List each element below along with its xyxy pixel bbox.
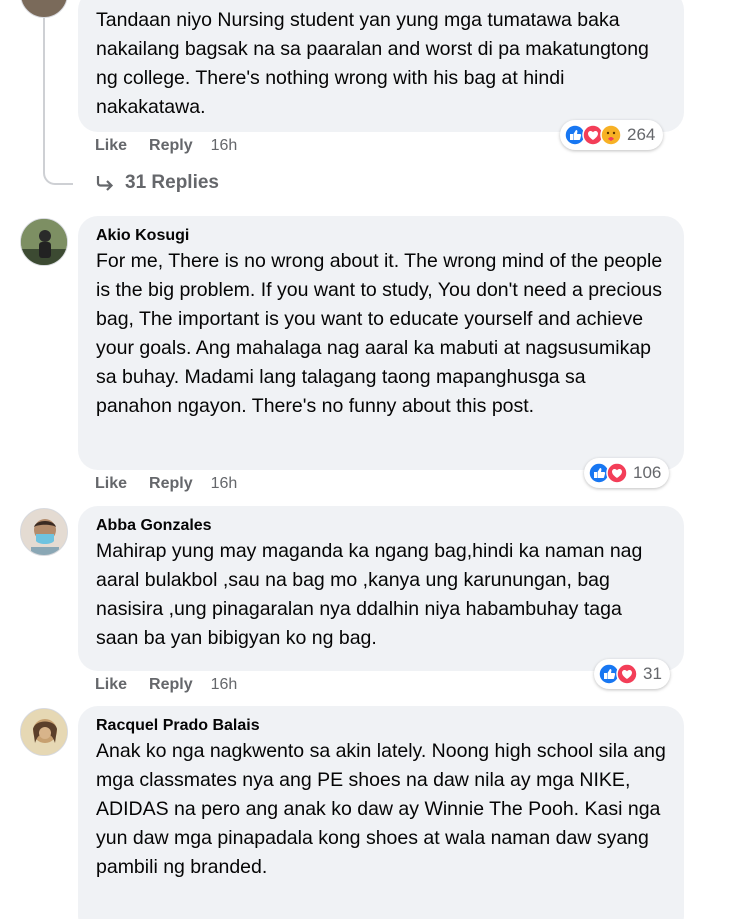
love-icon bbox=[616, 663, 638, 685]
reaction-count: 106 bbox=[633, 463, 662, 482]
reaction-count: 31 bbox=[643, 664, 662, 683]
avatar[interactable] bbox=[20, 218, 68, 266]
comment-author[interactable]: Racquel Prado Balais bbox=[96, 715, 666, 737]
comment-actions: Like Reply 16h bbox=[95, 475, 237, 493]
comment-bubble: Abba Gonzales Mahirap yung may maganda k… bbox=[78, 506, 684, 671]
comment-text: Tandaan niyo Nursing student yan yung mg… bbox=[96, 9, 649, 118]
comment-actions: Like Reply 16h bbox=[95, 676, 237, 694]
comment-text: For me, There is no wrong about it. The … bbox=[96, 250, 663, 417]
comment-author[interactable]: Akio Kosugi bbox=[96, 225, 666, 247]
reaction-summary[interactable]: 31 bbox=[594, 659, 670, 689]
reply-button[interactable]: Reply bbox=[149, 137, 193, 155]
like-button[interactable]: Like bbox=[95, 137, 127, 155]
avatar[interactable] bbox=[20, 708, 68, 756]
comment-actions: Like Reply 16h bbox=[95, 137, 237, 155]
reaction-summary[interactable]: 264 bbox=[560, 120, 664, 150]
timestamp[interactable]: 16h bbox=[211, 137, 238, 155]
reply-button[interactable]: Reply bbox=[149, 475, 193, 493]
comment-author[interactable]: Abba Gonzales bbox=[96, 515, 666, 537]
comment-bubble: Tandaan niyo Nursing student yan yung mg… bbox=[78, 0, 684, 132]
reply-button[interactable]: Reply bbox=[149, 676, 193, 694]
like-button[interactable]: Like bbox=[95, 676, 127, 694]
reaction-summary[interactable]: 106 bbox=[584, 458, 670, 488]
love-icon bbox=[606, 462, 628, 484]
like-button[interactable]: Like bbox=[95, 475, 127, 493]
view-replies-link[interactable]: 31 Replies bbox=[95, 172, 219, 194]
comment-text: Anak ko nga nagkwento sa akin lately. No… bbox=[96, 740, 666, 878]
timestamp[interactable]: 16h bbox=[211, 676, 238, 694]
avatar[interactable] bbox=[20, 508, 68, 556]
reaction-count: 264 bbox=[627, 125, 656, 144]
thread-line bbox=[43, 0, 45, 165]
avatar[interactable] bbox=[20, 0, 68, 18]
comment-text: Mahirap yung may maganda ka ngang bag,hi… bbox=[96, 540, 643, 649]
reply-arrow-icon bbox=[96, 176, 114, 191]
comment-bubble: Racquel Prado Balais Anak ko nga nagkwen… bbox=[78, 706, 684, 919]
care-icon bbox=[600, 124, 622, 146]
replies-label: 31 Replies bbox=[125, 172, 219, 193]
comment-bubble: Akio Kosugi For me, There is no wrong ab… bbox=[78, 216, 684, 470]
timestamp[interactable]: 16h bbox=[211, 475, 238, 493]
thread-line-curve bbox=[43, 165, 73, 185]
